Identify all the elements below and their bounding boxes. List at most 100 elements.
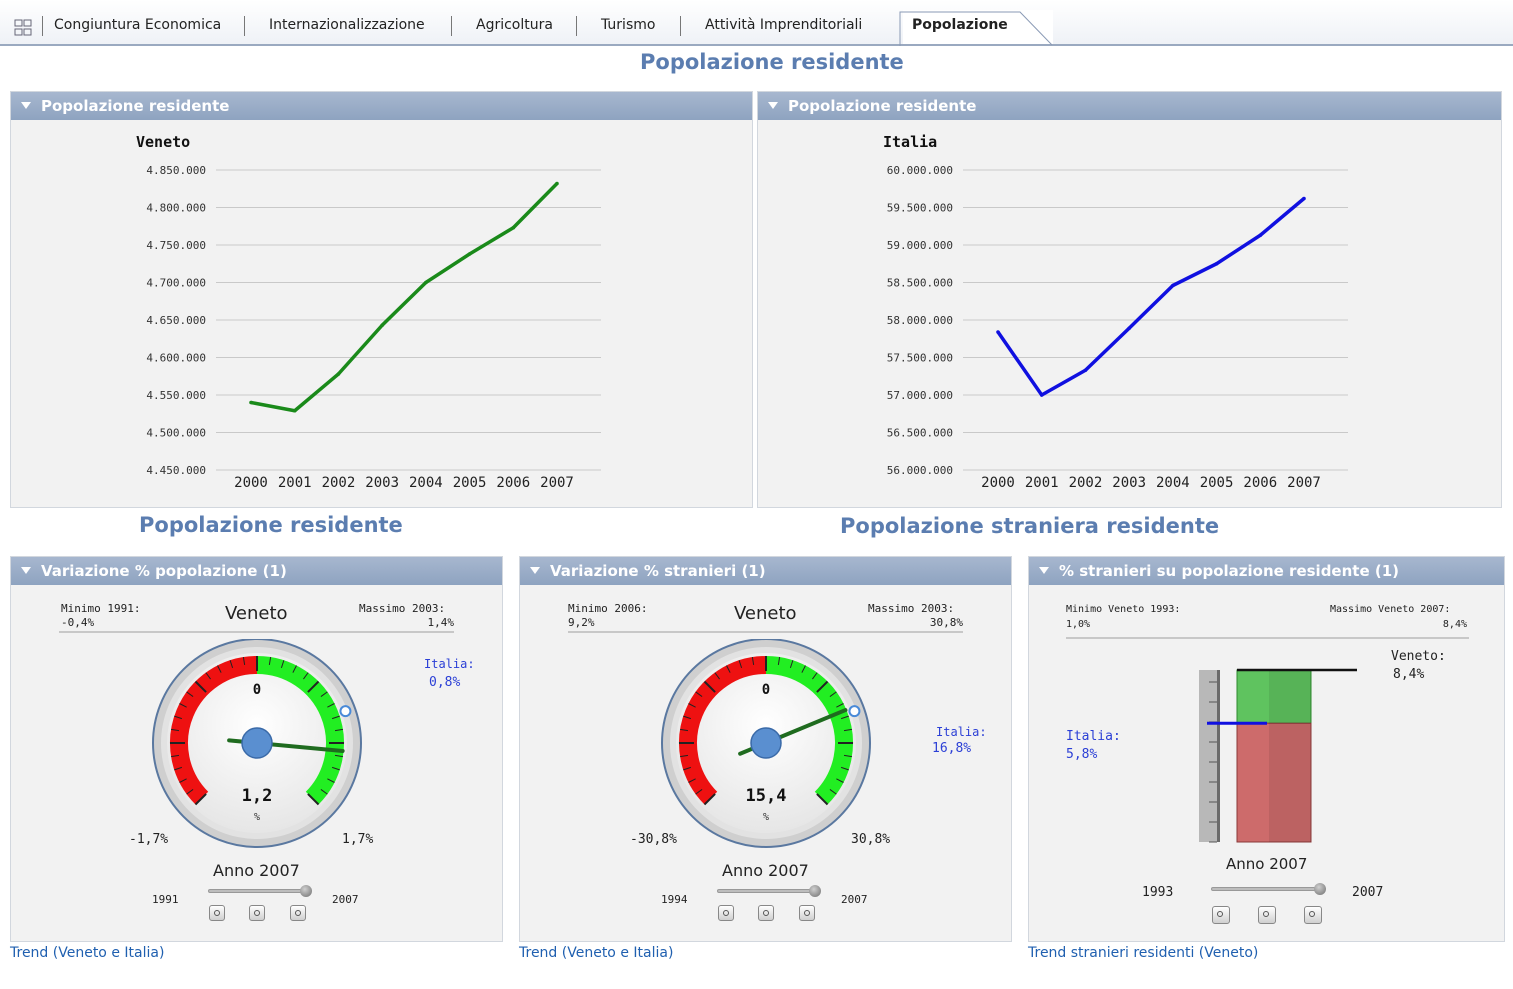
series-line <box>996 197 1306 397</box>
grid-icon[interactable] <box>14 19 34 37</box>
tab-congiuntura-economica[interactable]: Congiuntura Economica <box>54 17 221 33</box>
italia-label: Italia: <box>936 725 987 739</box>
max-label: Massimo 2003: <box>868 602 955 615</box>
tab-attivita-imprenditoriali[interactable]: Attività Imprenditoriali <box>705 17 862 33</box>
line-chart-italia: Italia 60.000.000 59.500.000 59.000.000 58.5… <box>883 133 1348 491</box>
region-name: Veneto <box>734 603 797 624</box>
panel-header[interactable]: Variazione % stranieri (1) <box>520 557 1011 585</box>
italia-value: 16,8% <box>932 741 972 756</box>
veneto-label: Veneto: <box>1391 649 1446 664</box>
tab-separator <box>680 16 681 36</box>
collapse-triangle-icon <box>21 102 31 109</box>
x-tick-label: 2002 <box>1069 475 1103 491</box>
stop-button[interactable] <box>799 905 815 921</box>
data-point <box>1171 283 1175 288</box>
x-tick-label: 2003 <box>365 475 399 491</box>
data-point <box>380 323 384 328</box>
stop-button[interactable] <box>1304 906 1322 924</box>
section-title-residente: Popolazione residente <box>139 513 403 537</box>
data-point <box>1214 261 1219 266</box>
panel-header[interactable]: Popolazione residente <box>11 92 752 120</box>
y-tick-label: 4.700.000 <box>146 277 206 290</box>
data-point <box>1302 196 1306 201</box>
veneto-value: 8,4% <box>1393 667 1425 682</box>
italia-value: 5,8% <box>1066 747 1098 762</box>
data-point <box>996 330 1000 334</box>
scale-min: -1,7% <box>129 832 169 847</box>
divider <box>568 631 963 633</box>
y-tick-label: 58.500.000 <box>887 277 953 290</box>
play-button[interactable] <box>209 905 225 921</box>
italia-label: Italia: <box>1066 729 1121 744</box>
pause-button[interactable] <box>758 905 774 921</box>
pause-button[interactable] <box>249 905 265 921</box>
max-value: 8,4% <box>1442 619 1467 630</box>
max-label: Massimo Veneto 2007: <box>1330 604 1451 615</box>
y-tick-label: 4.450.000 <box>146 464 206 477</box>
tab-popolazione[interactable]: Popolazione <box>912 17 1008 33</box>
x-tick-label: 2000 <box>981 475 1015 491</box>
y-tick-label: 56.000.000 <box>887 464 953 477</box>
data-point <box>292 408 297 413</box>
data-point <box>467 252 472 256</box>
chart-title: Veneto <box>136 133 190 151</box>
y-tick-label: 4.550.000 <box>146 389 206 402</box>
page-title: Popolazione residente <box>640 50 904 74</box>
year-slider-track[interactable] <box>1211 887 1321 891</box>
min-label: Minimo 2006: <box>568 602 648 615</box>
min-value: 1,0% <box>1066 619 1091 630</box>
tab-separator <box>451 16 452 36</box>
min-value: 9,2% <box>568 616 595 629</box>
year-slider-track[interactable] <box>208 889 308 893</box>
trend-link[interactable]: Trend (Veneto e Italia) <box>519 945 673 961</box>
trend-link[interactable]: Trend (Veneto e Italia) <box>10 945 164 961</box>
gauge-unit: % <box>763 812 769 823</box>
bar-axis-shade <box>1199 670 1217 842</box>
pause-button[interactable] <box>1258 906 1276 924</box>
panel-gauge-popolazione: Variazione % popolazione (1) Minimo 1991… <box>10 556 503 942</box>
play-button[interactable] <box>1212 906 1230 924</box>
italia-value: 0,8% <box>429 675 461 690</box>
gauge-hub <box>241 727 273 759</box>
tab-agricoltura[interactable]: Agricoltura <box>476 17 553 33</box>
slider-end: 2007 <box>841 893 868 906</box>
panel-title: % stranieri su popolazione residente (1) <box>1059 562 1399 580</box>
tab-internazionalizzazione[interactable]: Internazionalizzazione <box>269 17 425 33</box>
x-tick-label: 2006 <box>1243 475 1277 491</box>
tab-turismo[interactable]: Turismo <box>601 17 655 33</box>
panel-gauge-stranieri: Variazione % stranieri (1) Minimo 2006: … <box>519 556 1012 942</box>
play-button[interactable] <box>718 905 734 921</box>
min-label: Minimo Veneto 1993: <box>1066 604 1181 615</box>
italia-label: Italia: <box>424 657 475 671</box>
slider-start: 1994 <box>661 893 688 906</box>
panel-header[interactable]: % stranieri su popolazione residente (1) <box>1029 557 1504 585</box>
x-tick-label: 2004 <box>1156 475 1190 491</box>
panel-header[interactable]: Variazione % popolazione (1) <box>11 557 502 585</box>
bar-shadow <box>1269 670 1311 842</box>
line-chart-veneto: Veneto 4.850.000 4.800.000 4.750.000 4.700.0… <box>136 133 601 491</box>
panel-header[interactable]: Popolazione residente <box>758 92 1501 120</box>
region-name: Veneto <box>225 603 288 624</box>
trend-link[interactable]: Trend stranieri residenti (Veneto) <box>1028 945 1258 961</box>
max-value: 1,4% <box>427 616 455 629</box>
gauge-zero-label: 0 <box>253 682 261 698</box>
y-tick-label: 57.000.000 <box>887 389 953 402</box>
x-tick-label: 2000 <box>234 475 268 491</box>
section-title-straniera: Popolazione straniera residente <box>840 514 1220 538</box>
x-tick-label: 2002 <box>322 475 356 491</box>
panel-title: Variazione % stranieri (1) <box>550 562 766 580</box>
slider-start: 1991 <box>152 893 179 906</box>
slider-end: 2007 <box>1352 885 1384 900</box>
chart-title: Italia <box>883 133 937 151</box>
gauge-value: 1,2 <box>242 786 273 806</box>
x-tick-label: 2007 <box>1287 475 1321 491</box>
data-point <box>1127 326 1131 331</box>
year-slider-track[interactable] <box>717 889 817 893</box>
year-slider-thumb[interactable] <box>300 885 312 897</box>
y-tick-label: 4.750.000 <box>146 239 206 252</box>
year-slider-thumb[interactable] <box>809 885 821 897</box>
year-label: Anno 2007 <box>1226 855 1308 873</box>
year-slider-thumb[interactable] <box>1314 883 1326 895</box>
slider-end: 2007 <box>332 893 359 906</box>
stop-button[interactable] <box>290 905 306 921</box>
